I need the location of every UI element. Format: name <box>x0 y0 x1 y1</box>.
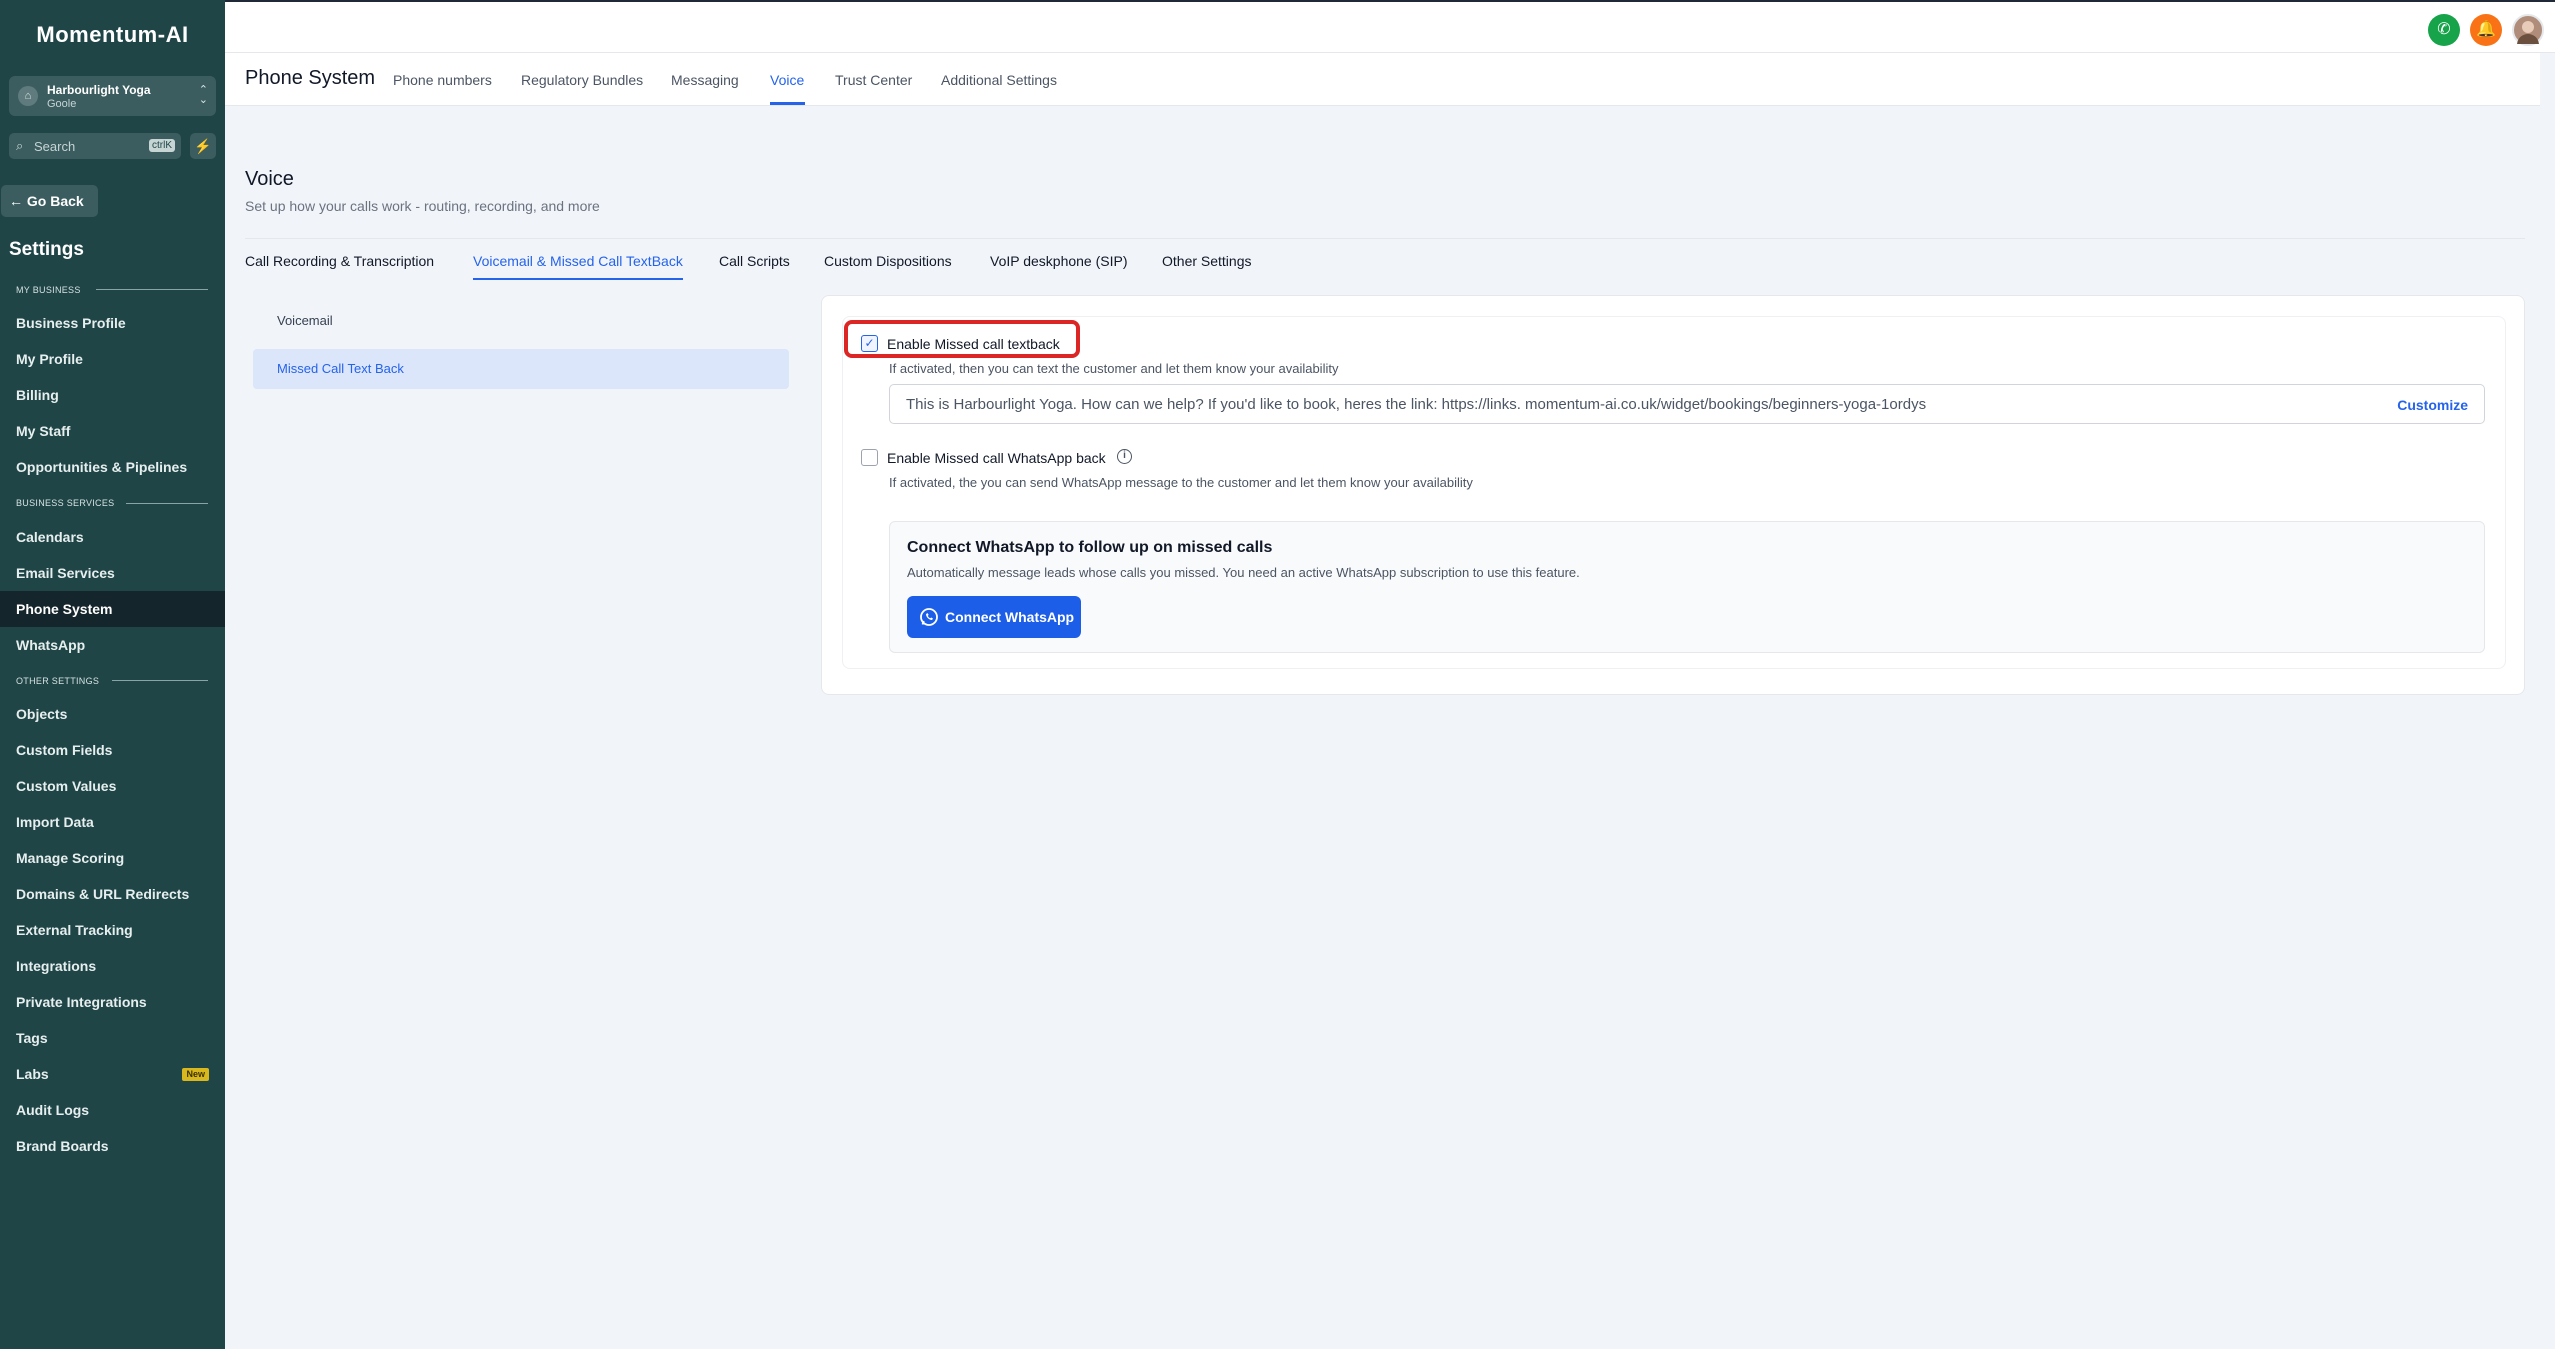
avatar[interactable] <box>2512 14 2544 46</box>
textback-label: Enable Missed call textback <box>887 336 1060 352</box>
arrow-left-icon: ← <box>9 193 27 209</box>
sidebar-item-label: Labs <box>16 1066 49 1082</box>
sidebar-item-phone-system[interactable]: Phone System <box>0 591 225 627</box>
whatsapp-help: If activated, the you can send WhatsApp … <box>889 475 1473 490</box>
sidebar-item-private-integrations[interactable]: Private Integrations <box>0 984 225 1020</box>
quick-action-bolt-icon[interactable]: ⚡ <box>190 133 216 159</box>
active-tab-indicator <box>770 102 805 105</box>
tab-regulatory-bundles[interactable]: Regulatory Bundles <box>521 72 643 88</box>
go-back-button[interactable]: ← Go Back <box>1 185 98 217</box>
top-bar: ✆ 🔔 <box>225 0 2555 53</box>
section-divider <box>126 503 208 504</box>
sidebar-item-audit-logs[interactable]: Audit Logs <box>0 1092 225 1128</box>
account-switcher[interactable]: ⌂ Harbourlight Yoga Goole ⌃ ⌄ <box>9 76 216 116</box>
whatsapp-label: Enable Missed call WhatsApp back <box>887 450 1106 466</box>
sidebar-item-opportunities[interactable]: Opportunities & Pipelines <box>0 449 225 485</box>
go-back-label: Go Back <box>26 193 84 209</box>
new-badge: New <box>182 1068 209 1081</box>
search-icon: ⌕ <box>16 138 24 153</box>
page-title: Phone System <box>245 67 376 89</box>
section-title: Voice <box>245 168 294 190</box>
scrollbar[interactable] <box>2540 53 2555 1349</box>
whatsapp-icon <box>920 608 938 626</box>
sidebar-item-tags[interactable]: Tags <box>0 1020 225 1056</box>
sidebar-item-import-data[interactable]: Import Data <box>0 804 225 840</box>
list-item-voicemail[interactable]: Voicemail <box>253 301 789 341</box>
connect-whatsapp-panel: Connect WhatsApp to follow up on missed … <box>889 521 2485 653</box>
search-input[interactable]: ⌕ Search ctrlK <box>9 133 181 159</box>
sidebar-item-calendars[interactable]: Calendars <box>0 519 225 555</box>
tab-trust-center[interactable]: Trust Center <box>835 72 912 88</box>
account-location: Goole <box>47 98 77 110</box>
settings-title: Settings <box>9 239 84 260</box>
sidebar-item-external-tracking[interactable]: External Tracking <box>0 912 225 948</box>
tab-phone-numbers[interactable]: Phone numbers <box>393 72 492 88</box>
sidebar: Momentum-AI ⌂ Harbourlight Yoga Goole ⌃ ⌄… <box>0 0 225 1349</box>
divider <box>245 238 2525 239</box>
sidebar-item-objects[interactable]: Objects <box>0 696 225 732</box>
sidebar-item-whatsapp[interactable]: WhatsApp <box>0 627 225 663</box>
sidebar-item-domains[interactable]: Domains & URL Redirects <box>0 876 225 912</box>
tab-messaging[interactable]: Messaging <box>671 72 739 88</box>
section-divider <box>112 680 208 681</box>
subtab-other-settings[interactable]: Other Settings <box>1162 253 1252 269</box>
subtab-voicemail-missed-call[interactable]: Voicemail & Missed Call TextBack <box>473 253 683 269</box>
sidebar-item-my-profile[interactable]: My Profile <box>0 341 225 377</box>
customize-button[interactable]: Customize <box>2397 397 2468 413</box>
sidebar-item-manage-scoring[interactable]: Manage Scoring <box>0 840 225 876</box>
textback-message-input[interactable]: This is Harbourlight Yoga. How can we he… <box>889 384 2485 424</box>
subtab-call-recording[interactable]: Call Recording & Transcription <box>245 253 434 269</box>
sidebar-item-my-staff[interactable]: My Staff <box>0 413 225 449</box>
sidebar-item-business-profile[interactable]: Business Profile <box>0 305 225 341</box>
search-placeholder: Search <box>34 139 76 154</box>
section-my-business: MY BUSINESS <box>16 285 81 295</box>
avatar-icon <box>2517 21 2539 44</box>
textback-help: If activated, then you can text the cust… <box>889 361 1339 376</box>
sidebar-item-brand-boards[interactable]: Brand Boards <box>0 1128 225 1164</box>
sidebar-item-custom-values[interactable]: Custom Values <box>0 768 225 804</box>
wa-panel-subtitle: Automatically message leads whose calls … <box>907 565 1580 580</box>
active-subtab-indicator <box>473 278 683 280</box>
app-logo[interactable]: Momentum-AI <box>0 22 225 48</box>
whatsapp-checkbox[interactable] <box>861 449 878 466</box>
wa-panel-title: Connect WhatsApp to follow up on missed … <box>907 539 1273 556</box>
tab-voice[interactable]: Voice <box>770 72 804 88</box>
tab-additional-settings[interactable]: Additional Settings <box>941 72 1057 88</box>
section-subtitle: Set up how your calls work - routing, re… <box>245 198 600 214</box>
textback-checkbox[interactable]: ✓ <box>861 335 878 352</box>
sidebar-item-labs[interactable]: Labs New <box>0 1056 225 1092</box>
subtab-custom-dispositions[interactable]: Custom Dispositions <box>824 253 952 269</box>
sidebar-item-email-services[interactable]: Email Services <box>0 555 225 591</box>
phone-icon[interactable]: ✆ <box>2428 14 2460 46</box>
section-divider <box>96 289 208 290</box>
chevron-updown-icon: ⌃ ⌄ <box>198 84 208 106</box>
account-name: Harbourlight Yoga <box>47 83 151 97</box>
connect-whatsapp-label: Connect WhatsApp <box>945 609 1075 625</box>
bell-icon[interactable]: 🔔 <box>2470 14 2502 46</box>
sidebar-item-billing[interactable]: Billing <box>0 377 225 413</box>
connect-whatsapp-button[interactable]: Connect WhatsApp <box>907 596 1081 638</box>
sidebar-item-integrations[interactable]: Integrations <box>0 948 225 984</box>
subtab-voip-deskphone[interactable]: VoIP deskphone (SIP) <box>990 253 1128 269</box>
phone-system-nav: Phone System Phone numbers Regulatory Bu… <box>225 53 2540 106</box>
section-other-settings: OTHER SETTINGS <box>16 676 100 686</box>
list-item-missed-call-text-back[interactable]: Missed Call Text Back <box>253 349 789 389</box>
textback-message: This is Harbourlight Yoga. How can we he… <box>906 396 1927 413</box>
search-shortcut: ctrlK <box>149 139 175 152</box>
info-icon[interactable]: i <box>1117 449 1132 464</box>
subtab-call-scripts[interactable]: Call Scripts <box>719 253 790 269</box>
sidebar-item-custom-fields[interactable]: Custom Fields <box>0 732 225 768</box>
location-icon: ⌂ <box>18 86 38 106</box>
section-business-services: BUSINESS SERVICES <box>16 498 115 508</box>
